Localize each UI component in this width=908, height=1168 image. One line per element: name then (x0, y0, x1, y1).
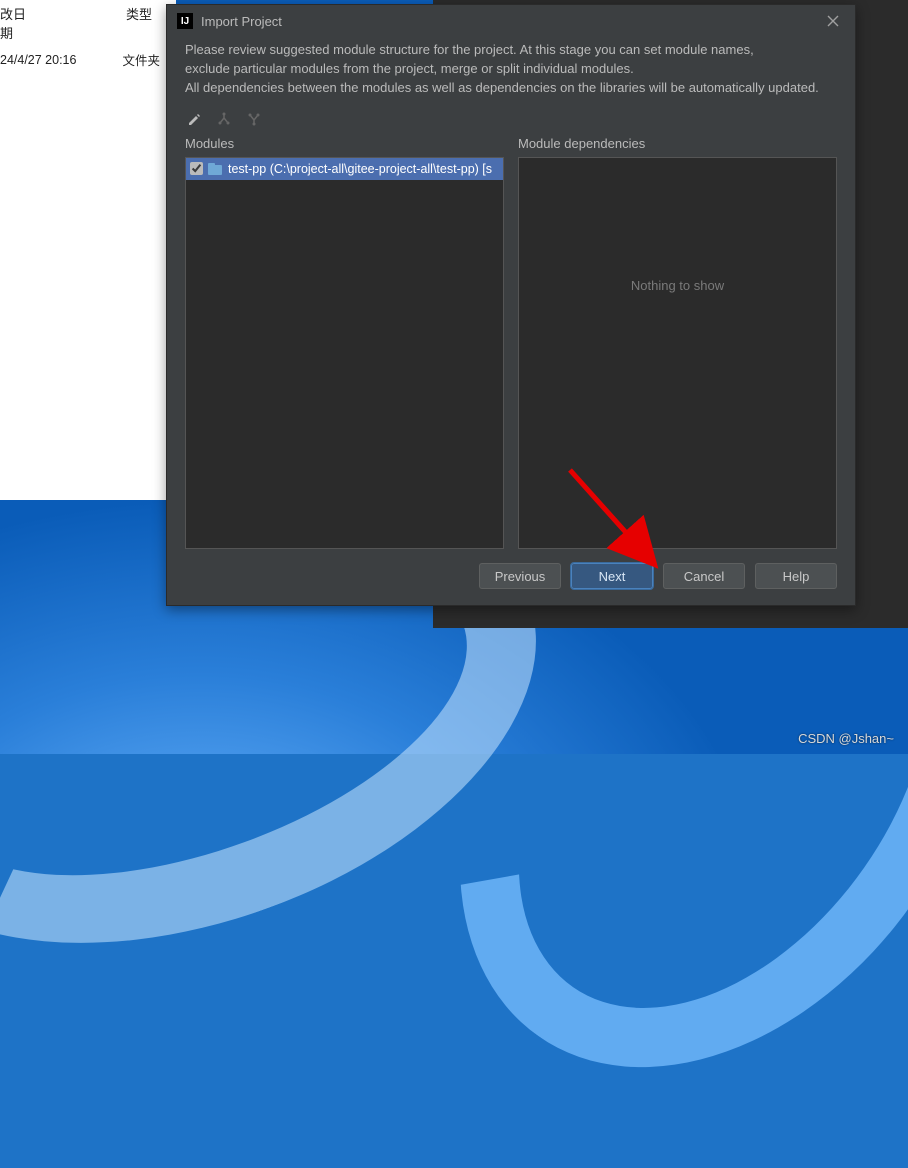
module-name: test-pp (228, 162, 266, 176)
close-icon[interactable] (821, 9, 845, 33)
import-project-dialog: IJ Import Project Please review suggeste… (166, 4, 856, 606)
column-header-date[interactable]: 改日期 (0, 4, 28, 42)
folder-icon (208, 163, 222, 175)
dialog-titlebar[interactable]: IJ Import Project (167, 5, 855, 37)
dependencies-list[interactable]: Nothing to show (518, 157, 837, 549)
file-type: 文件夹 (122, 50, 160, 69)
intellij-logo-icon: IJ (177, 13, 193, 29)
desc-line-3: All dependencies between the modules as … (185, 79, 837, 98)
explorer-window: 改日期 类型 24/4/27 20:16 文件夹 (0, 0, 176, 500)
column-header-type[interactable]: 类型 (126, 4, 152, 42)
previous-button[interactable]: Previous (479, 563, 561, 589)
file-date: 24/4/27 20:16 (0, 53, 76, 67)
empty-placeholder: Nothing to show (519, 278, 836, 293)
module-toolbar (167, 108, 855, 136)
module-checkbox[interactable] (190, 162, 203, 175)
modules-list[interactable]: test-pp (C:\project-all\gitee-project-al… (185, 157, 504, 549)
modules-panel: Modules test-pp (C:\project-all\gitee-pr… (185, 136, 504, 549)
modules-label: Modules (185, 136, 504, 151)
cancel-button[interactable]: Cancel (663, 563, 745, 589)
file-row[interactable]: 24/4/27 20:16 文件夹 (0, 48, 176, 69)
rename-icon[interactable] (185, 110, 203, 128)
module-path: (C:\project-all\gitee-project-all\test-p… (270, 162, 492, 176)
dialog-button-bar: Previous Next Cancel Help (167, 549, 855, 605)
next-button[interactable]: Next (571, 563, 653, 589)
watermark: CSDN @Jshan~ (798, 731, 894, 746)
help-button[interactable]: Help (755, 563, 837, 589)
dialog-title: Import Project (201, 14, 821, 29)
dialog-description: Please review suggested module structure… (167, 37, 855, 108)
desc-line-2: exclude particular modules from the proj… (185, 60, 837, 79)
dependencies-panel: Module dependencies Nothing to show (518, 136, 837, 549)
split-icon (215, 110, 233, 128)
desc-line-1: Please review suggested module structure… (185, 41, 837, 60)
dependencies-label: Module dependencies (518, 136, 837, 151)
merge-icon (245, 110, 263, 128)
module-item[interactable]: test-pp (C:\project-all\gitee-project-al… (186, 158, 503, 180)
